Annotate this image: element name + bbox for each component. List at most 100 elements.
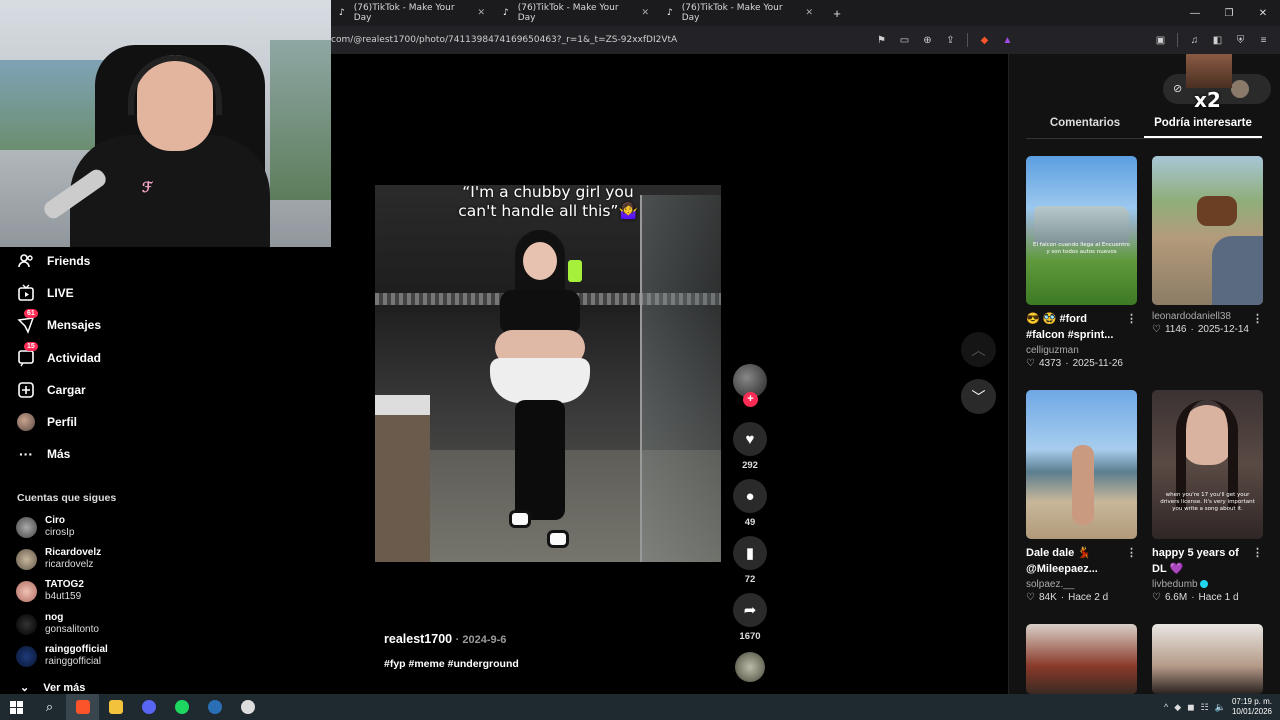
author-name[interactable]: realest1700 <box>384 632 452 646</box>
post-hashtags[interactable]: #fyp #meme #underground <box>384 658 519 670</box>
restore-icon[interactable]: ❐ <box>1212 8 1246 19</box>
steam-icon[interactable] <box>198 694 231 720</box>
nav-more[interactable]: ··· Más <box>17 445 70 463</box>
cast-icon[interactable]: ▭ <box>898 34 911 47</box>
tray-app-icon[interactable]: ◆ <box>1174 702 1181 713</box>
nav-label: Más <box>47 447 71 461</box>
vpn-icon[interactable]: ⛨ <box>1234 34 1247 47</box>
following-account[interactable]: Ricardovelz ricardovelz <box>16 547 101 571</box>
extensions-icon[interactable]: ▣ <box>1154 34 1167 47</box>
music-disc-icon[interactable] <box>735 652 765 682</box>
browser-tab[interactable]: ♪ (76)TikTok - Make Your Day ✕ <box>331 0 495 26</box>
previous-post-button[interactable]: ︿ <box>961 332 996 367</box>
see-more-button[interactable]: ⌄ Ver más <box>20 681 85 695</box>
stream-overlay-image <box>1186 54 1232 88</box>
clock[interactable]: 07:19 p. m. 10/01/2026 <box>1232 697 1272 717</box>
more-options-icon[interactable]: ⋮ <box>1252 311 1263 327</box>
user-avatar[interactable] <box>1231 80 1249 98</box>
close-window-icon[interactable]: ✕ <box>1246 8 1280 19</box>
url-text[interactable]: com/@realest1700/photo/74113984741696504… <box>331 35 677 45</box>
sidebar-icon[interactable]: ◧ <box>1211 34 1224 47</box>
tab-comments[interactable]: Comentarios <box>1026 117 1144 138</box>
comment-button[interactable]: ● 49 <box>733 479 767 528</box>
suggested-video-card[interactable] <box>1026 624 1137 694</box>
search-icon[interactable]: ⌕ <box>33 694 66 720</box>
video-thumbnail[interactable] <box>1026 624 1137 694</box>
following-account[interactable]: TATOG2 b4ut159 <box>16 579 84 603</box>
video-thumbnail[interactable] <box>1152 624 1263 694</box>
following-account[interactable]: nog gonsalitonto <box>16 612 99 636</box>
nav-label: LIVE <box>47 286 74 300</box>
brave-shields-icon[interactable]: ◆ <box>978 34 991 47</box>
obs-icon[interactable] <box>231 694 264 720</box>
nav-friends[interactable]: Friends <box>17 252 90 270</box>
video-author[interactable]: livbedumb <box>1152 579 1263 590</box>
history-icon[interactable]: ⊘ <box>1173 82 1182 95</box>
nav-upload[interactable]: Cargar <box>17 381 86 399</box>
discord-icon[interactable] <box>132 694 165 720</box>
chevron-up-icon[interactable]: ^ <box>1164 702 1168 712</box>
network-icon[interactable]: ☷ <box>1201 702 1209 713</box>
next-post-button[interactable]: ﹀ <box>961 379 996 414</box>
browser-tab[interactable]: ♪ (76)TikTok - Make Your Day ✕ <box>495 0 659 26</box>
suggested-video-card[interactable]: ⋮ leonardodaniell38 ♡ 1146 · 2025-12-14 <box>1152 156 1263 335</box>
more-options-icon[interactable]: ⋮ <box>1126 545 1137 561</box>
video-author[interactable]: leonardodaniell38 <box>1152 311 1263 322</box>
post-photo[interactable] <box>375 185 721 562</box>
close-tab-icon[interactable]: ✕ <box>477 8 485 18</box>
browser-tab-bar: ♪ (76)TikTok - Make Your Day ✕ ♪ (76)Tik… <box>331 0 1280 26</box>
system-tray: ^ ◆ ◼ ☷ 🔈 07:19 p. m. 10/01/2026 <box>1164 697 1272 717</box>
follow-plus-icon[interactable]: + <box>743 392 758 407</box>
nav-profile[interactable]: Perfil <box>17 413 77 431</box>
menu-icon[interactable]: ≡ <box>1257 34 1270 47</box>
thumbnail-text: when you're 17 you'll get your drivers l… <box>1160 492 1255 512</box>
share-count: 1670 <box>739 631 761 642</box>
zoom-icon[interactable]: ⊕ <box>921 34 934 47</box>
more-options-icon[interactable]: ⋮ <box>1126 311 1137 327</box>
media-icon[interactable]: ♫ <box>1188 34 1201 47</box>
suggested-video-card[interactable]: El falcon cuando llega al Encuentro y so… <box>1026 156 1137 369</box>
brave-browser-icon[interactable] <box>66 694 99 720</box>
new-tab-button[interactable]: + <box>823 6 851 21</box>
video-author[interactable]: celliguzman <box>1026 345 1137 356</box>
account-handle: cirosIp <box>45 527 75 538</box>
notification-badge: 15 <box>24 342 38 351</box>
volume-icon[interactable]: 🔈 <box>1215 702 1226 713</box>
video-title: Dale dale 💃 @Mileepaez... ⋮ <box>1026 545 1137 575</box>
close-tab-icon[interactable]: ✕ <box>641 8 649 18</box>
browser-tab[interactable]: ♪ (76)TikTok - Make Your Day ✕ <box>659 0 823 26</box>
video-thumbnail[interactable] <box>1026 390 1137 539</box>
video-author[interactable]: solpaez.__ <box>1026 579 1137 590</box>
video-thumbnail[interactable] <box>1152 156 1263 305</box>
suggested-video-card[interactable]: Dale dale 💃 @Mileepaez... ⋮ solpaez.__ ♡ 84… <box>1026 390 1137 603</box>
photo-person <box>485 230 595 550</box>
video-thumbnail[interactable]: when you're 17 you'll get your drivers l… <box>1152 390 1263 539</box>
tab-title: (76)TikTok - Make Your Day <box>517 3 619 23</box>
tab-suggested[interactable]: Podría interesarte <box>1144 117 1262 138</box>
spotify-icon[interactable] <box>165 694 198 720</box>
nav-activity[interactable]: 15 Actividad <box>17 342 102 367</box>
like-button[interactable]: ♥ 292 <box>733 422 767 471</box>
brave-rewards-icon[interactable]: ▲ <box>1001 34 1014 47</box>
share-icon[interactable]: ⇪ <box>944 34 957 47</box>
following-account[interactable]: Ciro cirosIp <box>16 515 74 539</box>
account-handle: gonsalitonto <box>45 624 99 635</box>
tray-app-icon[interactable]: ◼ <box>1187 702 1194 713</box>
video-thumbnail[interactable]: El falcon cuando llega al Encuentro y so… <box>1026 156 1137 305</box>
nav-live[interactable]: LIVE <box>17 284 74 302</box>
minimize-icon[interactable]: — <box>1178 8 1212 19</box>
suggested-video-card[interactable] <box>1152 624 1263 694</box>
more-options-icon[interactable]: ⋮ <box>1252 545 1263 561</box>
translate-icon[interactable]: ⚑ <box>875 34 888 47</box>
suggested-video-card[interactable]: when you're 17 you'll get your drivers l… <box>1152 390 1263 603</box>
save-button[interactable]: ▮ 72 <box>733 536 767 585</box>
following-account[interactable]: rainggofficial rainggofficial <box>16 644 108 668</box>
share-button[interactable]: ➦ 1670 <box>733 593 767 642</box>
close-tab-icon[interactable]: ✕ <box>805 8 813 18</box>
nav-messages[interactable]: 61 Mensajes <box>17 309 101 334</box>
nav-label: Actividad <box>47 351 102 365</box>
like-count: 292 <box>742 460 758 471</box>
nav-label: Cargar <box>47 383 86 397</box>
windows-start-icon[interactable] <box>0 694 33 720</box>
file-explorer-icon[interactable] <box>99 694 132 720</box>
